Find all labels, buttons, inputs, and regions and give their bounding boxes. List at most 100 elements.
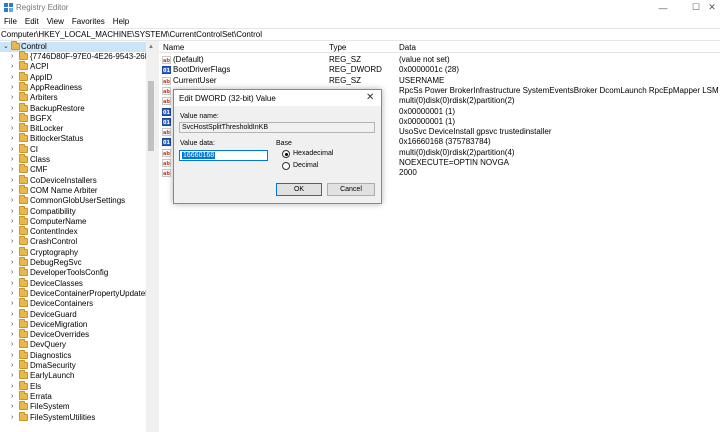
chevron-right-icon[interactable]: › bbox=[11, 248, 17, 258]
reg-string-icon: ab bbox=[162, 76, 171, 85]
tree-item[interactable]: › CommonGlobUserSettings bbox=[0, 195, 146, 206]
tree-item-label: BGFX bbox=[30, 113, 52, 123]
scroll-up-icon[interactable]: ▲ bbox=[148, 44, 154, 50]
reg-string-icon: ab bbox=[162, 97, 171, 106]
value-type: REG_SZ bbox=[329, 75, 362, 85]
chevron-right-icon[interactable]: › bbox=[11, 320, 17, 330]
chevron-right-icon[interactable]: › bbox=[11, 217, 17, 227]
tree-item[interactable]: › FileSystem bbox=[0, 401, 146, 412]
column-header-data[interactable]: Data bbox=[399, 43, 416, 52]
chevron-right-icon[interactable]: › bbox=[11, 289, 17, 299]
menu-file[interactable]: File bbox=[4, 17, 17, 26]
chevron-right-icon[interactable]: › bbox=[11, 196, 17, 206]
chevron-right-icon[interactable]: › bbox=[11, 351, 17, 361]
tree-item[interactable]: › BitlockerStatus bbox=[0, 133, 146, 144]
chevron-right-icon[interactable]: › bbox=[11, 330, 17, 340]
tree-item[interactable]: › DeviceContainers bbox=[0, 298, 146, 309]
ok-button[interactable]: OK bbox=[276, 183, 322, 196]
registry-tree: ⌄ Control › {7746D80F-97E0-4E26-9543-26B4… bbox=[0, 41, 156, 432]
folder-icon bbox=[19, 133, 28, 143]
chevron-right-icon[interactable]: › bbox=[11, 237, 17, 247]
value-data: 2000 bbox=[399, 168, 417, 178]
folder-icon bbox=[19, 329, 28, 339]
chevron-right-icon[interactable]: › bbox=[11, 340, 17, 350]
tree-item-label: Errata bbox=[30, 391, 52, 401]
menu-favorites[interactable]: Favorites bbox=[72, 17, 105, 26]
tree-item-label: DeveloperToolsConfig bbox=[30, 268, 109, 278]
chevron-right-icon[interactable]: › bbox=[11, 310, 17, 320]
tree-scrollbar[interactable]: ▲ bbox=[146, 41, 156, 432]
tree-item[interactable]: › EarlyLaunch bbox=[0, 370, 146, 381]
tree-item[interactable]: › ACPI bbox=[0, 61, 146, 72]
chevron-right-icon[interactable]: › bbox=[11, 83, 17, 93]
folder-icon bbox=[19, 195, 28, 205]
chevron-right-icon[interactable]: › bbox=[11, 62, 17, 72]
tree-item-label: DeviceClasses bbox=[30, 278, 83, 288]
value-row[interactable]: ab (Default) REG_SZ (value not set) bbox=[159, 55, 720, 65]
tree-item[interactable]: › CMF bbox=[0, 164, 146, 175]
chevron-right-icon[interactable]: › bbox=[11, 299, 17, 309]
registry-editor-icon bbox=[4, 3, 13, 12]
tree-item-label: CI bbox=[30, 144, 38, 154]
chevron-right-icon[interactable]: › bbox=[11, 155, 17, 165]
chevron-right-icon[interactable]: › bbox=[11, 176, 17, 186]
radio-decimal[interactable] bbox=[282, 162, 290, 170]
column-header-type[interactable]: Type bbox=[329, 43, 346, 52]
tree-item-label: EarlyLaunch bbox=[30, 371, 75, 381]
folder-icon bbox=[19, 184, 28, 194]
reg-string-icon: ab bbox=[162, 128, 171, 137]
menu-view[interactable]: View bbox=[47, 17, 64, 26]
tree-item[interactable]: › DevQuery bbox=[0, 339, 146, 350]
chevron-right-icon[interactable]: › bbox=[11, 279, 17, 289]
chevron-right-icon[interactable]: › bbox=[11, 165, 17, 175]
chevron-right-icon[interactable]: › bbox=[11, 114, 17, 124]
close-window-button[interactable]: ✕ bbox=[704, 0, 720, 15]
chevron-right-icon[interactable]: › bbox=[11, 73, 17, 83]
folder-icon bbox=[19, 370, 28, 380]
chevron-right-icon[interactable]: › bbox=[11, 52, 17, 62]
menu-help[interactable]: Help bbox=[113, 17, 129, 26]
menu-edit[interactable]: Edit bbox=[25, 17, 39, 26]
chevron-right-icon[interactable]: › bbox=[11, 258, 17, 268]
chevron-right-icon[interactable]: › bbox=[11, 382, 17, 392]
chevron-right-icon[interactable]: › bbox=[11, 413, 17, 423]
chevron-right-icon[interactable]: › bbox=[11, 145, 17, 155]
chevron-right-icon[interactable]: › bbox=[11, 207, 17, 217]
decimal-label[interactable]: Decimal bbox=[293, 162, 318, 169]
tree-item-label: DebugRegSvc bbox=[30, 258, 82, 267]
chevron-right-icon[interactable]: › bbox=[11, 227, 17, 237]
chevron-right-icon[interactable]: › bbox=[11, 134, 17, 144]
address-bar[interactable]: Computer\HKEY_LOCAL_MACHINE\SYSTEM\Curre… bbox=[0, 28, 720, 41]
column-header-name[interactable]: Name bbox=[163, 43, 184, 52]
cancel-button[interactable]: Cancel bbox=[327, 183, 375, 196]
value-row[interactable]: ab CurrentUser REG_SZ USERNAME bbox=[159, 76, 720, 86]
folder-icon bbox=[19, 174, 28, 184]
tree-item[interactable]: › CrashControl bbox=[0, 236, 146, 247]
chevron-right-icon[interactable]: › bbox=[11, 371, 17, 381]
tree-item[interactable]: › FileSystemUtilities bbox=[0, 411, 146, 423]
tree-item-label: BackupRestore bbox=[30, 103, 85, 113]
tree-item-label: DmaSecurity bbox=[30, 361, 76, 370]
radio-hexadecimal[interactable] bbox=[282, 150, 290, 158]
chevron-right-icon[interactable]: › bbox=[11, 124, 17, 134]
chevron-right-icon[interactable]: › bbox=[11, 402, 17, 412]
chevron-right-icon[interactable]: › bbox=[11, 268, 17, 278]
chevron-right-icon[interactable]: › bbox=[11, 93, 17, 103]
value-name: BootDriverFlags bbox=[173, 65, 231, 75]
chevron-right-icon[interactable]: › bbox=[11, 186, 17, 196]
value-row[interactable]: 01 BootDriverFlags REG_DWORD 0x0000001c (28… bbox=[159, 65, 720, 75]
hexadecimal-label[interactable]: Hexadecimal bbox=[293, 150, 333, 157]
window-titlebar: Registry Editor — ☐ ✕ bbox=[0, 0, 720, 15]
reg-string-icon: ab bbox=[162, 159, 171, 167]
chevron-right-icon[interactable]: › bbox=[11, 104, 17, 114]
close-icon[interactable]: ✕ bbox=[366, 92, 374, 103]
chevron-down-icon[interactable]: ⌄ bbox=[3, 42, 9, 52]
tree-item[interactable]: › DeveloperToolsConfig bbox=[0, 267, 146, 278]
reg-string-icon: ab bbox=[162, 169, 171, 178]
tree-item[interactable]: › Arbiters bbox=[0, 92, 146, 103]
scrollbar-thumb[interactable] bbox=[148, 81, 154, 151]
value-data-input[interactable]: 16660168 bbox=[179, 150, 268, 161]
menu-bar: File Edit View Favorites Help bbox=[0, 15, 720, 28]
chevron-right-icon[interactable]: › bbox=[11, 392, 17, 402]
chevron-right-icon[interactable]: › bbox=[11, 361, 17, 371]
